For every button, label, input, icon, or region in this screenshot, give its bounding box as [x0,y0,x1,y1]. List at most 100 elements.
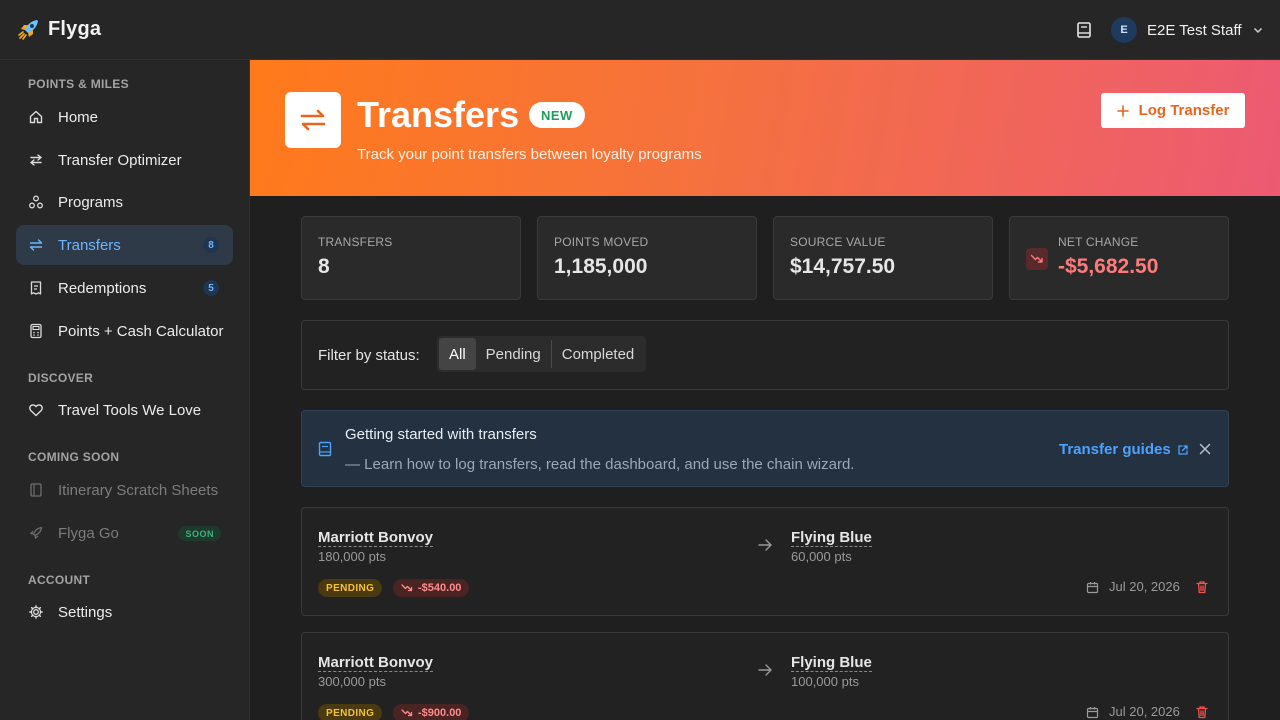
log-transfer-button[interactable]: Log Transfer [1101,93,1245,128]
close-icon[interactable] [1198,442,1212,456]
filter-all-button[interactable]: All [439,338,476,370]
avatar: E [1111,17,1137,43]
status-filter-segmented: All Pending Completed [437,336,647,372]
page-title: Transfers [357,94,520,135]
source-points: 300,000 pts [318,674,386,689]
banner-title: Getting started with transfers [345,426,537,443]
sidebar-item-label: Transfer Optimizer [58,151,182,169]
count-badge: 5 [203,280,219,296]
filter-label: Filter by status: [318,347,420,364]
transfer-card[interactable]: Marriott Bonvoy 180,000 pts Flying Blue … [301,507,1229,616]
filter-completed-button[interactable]: Completed [552,338,645,370]
stat-value: -$5,682.50 [1058,255,1159,278]
source-points: 180,000 pts [318,549,386,564]
sidebar-item-flyga-go: Flyga Go SOON [16,513,233,553]
page-header: Transfers NEW Track your point transfers… [250,60,1280,196]
sidebar-item-transfers[interactable]: Transfers 8 [16,225,233,265]
count-badge: 8 [203,237,219,253]
log-transfer-label: Log Transfer [1138,102,1230,119]
banner-description: — Learn how to log transfers, read the d… [345,456,855,473]
filter-pending-button[interactable]: Pending [476,338,551,370]
sidebar-item-label: Settings [58,603,113,621]
page-subtitle: Track your point transfers between loyal… [357,146,702,163]
brand[interactable]: Flyga [16,16,101,42]
transfer-date: Jul 20, 2026 [1109,579,1180,594]
user-menu[interactable]: E E2E Test Staff [1111,17,1264,43]
arrows-exchange-icon [28,237,44,253]
destination-program[interactable]: Flying Blue [791,655,872,672]
status-badge: PENDING [318,704,383,720]
stat-card-transfers: TRANSFERS 8 [301,216,521,300]
sidebar-item-label: Points + Cash Calculator [58,322,224,340]
notebook-icon [28,482,44,498]
source-program[interactable]: Marriott Bonvoy [318,655,434,672]
trend-down-icon [401,709,413,717]
status-badge: PENDING [318,579,383,597]
sidebar-item-label: Flyga Go [58,524,119,542]
section-title-discover: DISCOVER [28,371,94,385]
sidebar-item-label: Programs [58,193,124,211]
book-icon[interactable] [1074,20,1094,40]
calculator-icon [28,323,44,339]
chevron-down-icon [1253,27,1262,34]
sidebar-item-itinerary-scratch-sheets: Itinerary Scratch Sheets [16,470,233,510]
transfer-date: Jul 20, 2026 [1109,704,1180,719]
trash-icon[interactable] [1195,705,1209,719]
sidebar-item-travel-tools[interactable]: Travel Tools We Love [16,390,233,430]
stat-card-source-value: SOURCE VALUE $14,757.50 [773,216,993,300]
trash-icon[interactable] [1195,580,1209,594]
sidebar-item-points-cash-calculator[interactable]: Points + Cash Calculator [16,311,233,351]
section-title-points: POINTS & MILES [28,77,129,91]
stat-value: 8 [318,255,330,278]
sidebar: POINTS & MILES Home Transfer Optimizer P… [0,60,250,720]
soon-badge: SOON [178,526,221,541]
section-title-coming-soon: COMING SOON [28,450,120,464]
book-icon [318,441,332,457]
shapes-icon [28,194,44,210]
plus-icon [1116,104,1129,117]
transfer-card[interactable]: Marriott Bonvoy 300,000 pts Flying Blue … [301,632,1229,720]
trend-down-icon [401,584,413,592]
sidebar-item-label: Transfers [58,236,121,254]
arrow-right-icon [758,664,772,676]
destination-points: 60,000 pts [791,549,852,564]
app-name: Flyga [48,17,102,40]
transfer-guides-link[interactable]: Transfer guides [1059,441,1189,458]
stat-label: POINTS MOVED [554,235,649,249]
stat-label: NET CHANGE [1058,235,1139,249]
sidebar-item-settings[interactable]: Settings [16,592,233,632]
stat-value: 1,185,000 [554,255,648,278]
stat-card-net-change: NET CHANGE -$5,682.50 [1009,216,1229,300]
stat-label: SOURCE VALUE [790,235,886,249]
calendar-icon [1086,582,1099,594]
sidebar-item-redemptions[interactable]: Redemptions 5 [16,268,233,308]
rocket-icon [28,525,44,541]
arrow-right-icon [758,539,772,551]
receipt-icon [28,280,44,296]
value-change: -$900.00 [418,707,462,719]
gear-icon [28,604,44,620]
sidebar-item-label: Travel Tools We Love [58,401,202,419]
new-badge: NEW [529,102,585,128]
transfer-arrows-icon [285,92,341,148]
source-program[interactable]: Marriott Bonvoy [318,530,434,547]
value-change-badge: -$540.00 [393,579,470,597]
link-label: Transfer guides [1059,441,1171,458]
sidebar-item-home[interactable]: Home [16,97,233,137]
value-change: -$540.00 [418,582,462,594]
sidebar-item-transfer-optimizer[interactable]: Transfer Optimizer [16,140,233,180]
sidebar-item-programs[interactable]: Programs [16,182,233,222]
swap-icon [28,152,44,168]
external-link-icon [1178,444,1188,455]
stat-label: TRANSFERS [318,235,393,249]
stat-card-points-moved: POINTS MOVED 1,185,000 [537,216,757,300]
stat-value: $14,757.50 [790,255,896,278]
sidebar-item-label: Redemptions [58,279,147,297]
sidebar-item-label: Itinerary Scratch Sheets [58,481,219,499]
sidebar-item-label: Home [58,108,99,126]
destination-points: 100,000 pts [791,674,859,689]
destination-program[interactable]: Flying Blue [791,530,872,547]
getting-started-banner: Getting started with transfers — Learn h… [301,410,1229,487]
value-change-badge: -$900.00 [393,704,470,720]
calendar-icon [1086,707,1099,719]
